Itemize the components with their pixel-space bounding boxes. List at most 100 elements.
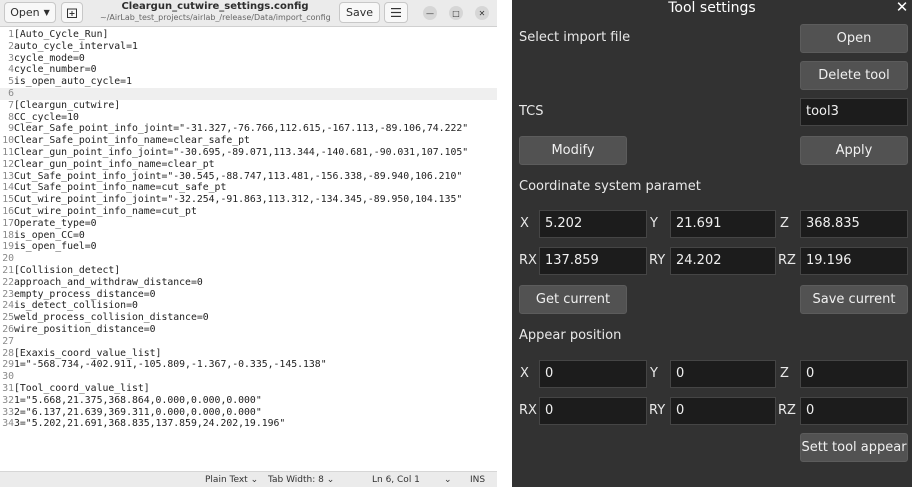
text-view[interactable]: 1[Auto_Cycle_Run] 2auto_cycle_interval=1 3… [0,28,497,470]
line-number: 23 [2,288,14,300]
code-line[interactable]: 31[Tool_coord_value_list] [0,383,497,395]
code-line[interactable]: 6 [0,88,497,100]
code-line[interactable]: 28[Exaxis_coord_value_list] [0,348,497,360]
code-line[interactable]: 19is_open_fuel=0 [0,241,497,253]
coord-rx-field[interactable]: 137.859 [539,247,647,275]
appear-rz-label: RZ [778,403,796,418]
line-text: 1="5.668,21.375,368.864,0.000,0.000,0.00… [14,394,262,406]
maximize-window-button[interactable]: □ [449,6,463,20]
line-number: 33 [2,406,14,418]
code-line[interactable]: 10Clear_Safe_point_info_name=clear_safe_… [0,135,497,147]
code-line[interactable]: 13Cut_Safe_point_info_joint="-30.545,-88… [0,171,497,183]
appear-z-field[interactable]: 0 [800,360,908,388]
code-line[interactable]: 26wire_position_distance=0 [0,324,497,336]
line-text: weld_process_collision_distance=0 [14,312,209,324]
line-number: 15 [2,194,14,206]
appear-y-field[interactable]: 0 [670,360,776,388]
code-line[interactable]: 17Operate_type=0 [0,218,497,230]
code-line[interactable]: 18is_open_CC=0 [0,230,497,242]
close-window-button[interactable]: ✕ [475,6,489,20]
coordinate-section-label: Coordinate system paramet [519,179,701,194]
get-current-button[interactable]: Get current [519,285,627,314]
code-line[interactable]: 7[Cleargun_cutwire] [0,100,497,112]
code-line[interactable]: 27 [0,336,497,348]
coord-z-label: Z [780,216,789,231]
code-line[interactable]: 12Clear_gun_point_info_name=clear_pt [0,159,497,171]
appear-z-label: Z [780,366,789,381]
save-current-button[interactable]: Save current [800,285,908,314]
code-line[interactable]: 5is_open_auto_cycle=1 [0,76,497,88]
code-line[interactable]: 25weld_process_collision_distance=0 [0,312,497,324]
code-line[interactable]: 3cycle_mode=0 [0,53,497,65]
coord-rz-field[interactable]: 19.196 [800,247,908,275]
line-text: 1="-568.734,-402.911,-105.809,-1.367,-0.… [14,359,327,371]
open-file-button[interactable]: Open ▼ [4,2,56,23]
coord-rz-label: RZ [778,253,796,268]
line-number: 8 [8,111,14,123]
close-panel-button[interactable]: ✕ [894,0,910,16]
cursor-position[interactable]: Ln 6, Col 1 [372,475,420,485]
line-number: 32 [2,394,14,406]
line-text: Clear_gun_point_info_joint="-30.695,-89.… [14,147,469,158]
code-line[interactable]: 8CC_cycle=10 [0,112,497,124]
appear-rz-field[interactable]: 0 [800,397,908,425]
code-line[interactable]: 15Cut_wire_point_info_joint="-32.254,-91… [0,194,497,206]
modify-button[interactable]: Modify [519,136,627,165]
save-button[interactable]: Save [339,2,380,23]
line-number: 24 [2,300,14,312]
tab-width-selector[interactable]: Tab Width: 8 ⌄ [268,475,334,485]
line-text: 3="5.202,21.691,368.835,137.859,24.202,1… [14,418,286,430]
open-button-label: Open [10,6,40,19]
coord-ry-field[interactable]: 24.202 [670,247,776,275]
line-number: 1 [8,29,14,40]
line-number: 25 [2,312,14,324]
code-line[interactable]: 2auto_cycle_interval=1 [0,41,497,53]
appear-ry-field[interactable]: 0 [670,397,776,425]
chevron-down-icon[interactable]: ⌄ [444,475,452,485]
apply-button[interactable]: Apply [800,136,908,165]
insert-mode-indicator[interactable]: INS [470,475,485,485]
code-line[interactable]: 4cycle_number=0 [0,64,497,76]
code-line[interactable]: 24is_detect_collision=0 [0,300,497,312]
code-line[interactable]: 30 [0,371,497,383]
code-line[interactable]: 332="6.137,21.639,369.311,0.000,0.000,0.… [0,407,497,419]
coord-ry-label: RY [649,253,666,268]
code-line[interactable]: 16Cut_wire_point_info_name=cut_pt [0,206,497,218]
code-line[interactable]: 20 [0,253,497,265]
line-text: cycle_number=0 [14,64,97,76]
appear-y-label: Y [650,366,658,381]
code-line[interactable]: 23empty_process_distance=0 [0,289,497,301]
line-text: cycle_mode=0 [14,52,85,64]
text-editor-window: Open ▼ Cleargun_cutwire_settings.config … [0,0,497,487]
line-text: [Auto_Cycle_Run] [14,29,109,40]
code-line[interactable]: 343="5.202,21.691,368.835,137.859,24.202… [0,418,497,430]
new-tab-button[interactable] [61,2,83,23]
line-text: is_open_CC=0 [14,229,85,241]
line-number: 4 [8,64,14,76]
coord-x-field[interactable]: 5.202 [539,210,647,238]
tcs-field[interactable]: tool3 [800,98,908,126]
code-line[interactable]: 21[Collision_detect] [0,265,497,277]
code-line[interactable]: 14Cut_Safe_point_info_name=cut_safe_pt [0,182,497,194]
code-line[interactable]: 22approach_and_withdraw_distance=0 [0,277,497,289]
hamburger-menu-button[interactable] [384,2,408,23]
code-line[interactable]: 321="5.668,21.375,368.864,0.000,0.000,0.… [0,395,497,407]
coord-y-field[interactable]: 21.691 [670,210,776,238]
code-line[interactable]: 11Clear_gun_point_info_joint="-30.695,-8… [0,147,497,159]
open-import-button[interactable]: Open [800,24,908,53]
line-number: 26 [2,324,14,335]
minimize-icon: — [426,8,434,18]
code-line[interactable]: 1[Auto_Cycle_Run] [0,29,497,41]
coord-z-field[interactable]: 368.835 [800,210,908,238]
tool-settings-panel: Tool settings ✕ Select import file Open … [512,0,912,487]
code-line[interactable]: 291="-568.734,-402.911,-105.809,-1.367,-… [0,359,497,371]
appear-x-field[interactable]: 0 [539,360,647,388]
minimize-window-button[interactable]: — [423,6,437,20]
code-line[interactable]: 9Clear_Safe_point_info_joint="-31.327,-7… [0,123,497,135]
document-path: ~/AirLab_test_projects/airlab_/release/D… [100,13,330,22]
language-selector[interactable]: Plain Text ⌄ [205,475,258,485]
appear-rx-field[interactable]: 0 [539,397,647,425]
sett-tool-appear-button[interactable]: Sett tool appear [800,433,908,462]
line-number: 19 [2,241,14,253]
delete-tool-button[interactable]: Delete tool [800,61,908,90]
